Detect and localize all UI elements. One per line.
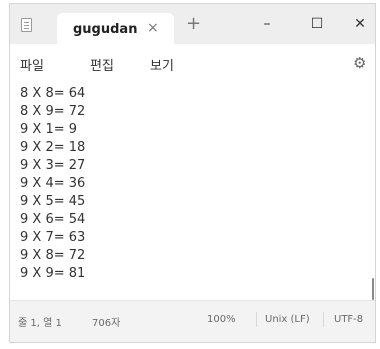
char-count: 706자: [92, 318, 121, 329]
text-line: 9 X 3= 27: [20, 158, 86, 173]
text-line: 9 X 5= 45: [20, 194, 86, 209]
text-line: 9 X 2= 18: [20, 140, 86, 155]
text-line: 9 X 6= 54: [20, 212, 86, 227]
text-line: 9 X 4= 36: [20, 176, 86, 191]
tab-gugudan[interactable]: gugudan ×: [57, 13, 174, 44]
maximize-button[interactable]: ☐: [297, 13, 337, 35]
tab-close-icon[interactable]: ×: [147, 20, 159, 36]
title-bar: gugudan × + – ☐ ✕: [10, 4, 375, 44]
text-line: 9 X 9= 81: [20, 266, 86, 281]
menu-file[interactable]: 파일: [20, 55, 44, 74]
notepad-window: gugudan × + – ☐ ✕ 파일 편집 보기 ⚙ 8 X 8= 64 8…: [9, 3, 376, 343]
zoom-level: 100%: [207, 314, 236, 325]
new-tab-button[interactable]: +: [186, 15, 201, 33]
menu-view[interactable]: 보기: [150, 55, 174, 74]
line-ending: Unix (LF): [265, 314, 310, 325]
menu-bar: 파일 편집 보기 ⚙: [10, 44, 375, 82]
text-editor[interactable]: 8 X 8= 64 8 X 9= 72 9 X 1= 9 9 X 2= 18 9…: [10, 82, 375, 300]
status-divider: [256, 312, 257, 327]
notepad-icon: [21, 18, 32, 32]
text-line: 8 X 8= 64: [20, 86, 86, 101]
tab-title: gugudan: [73, 22, 138, 37]
settings-gear-icon[interactable]: ⚙: [353, 54, 366, 72]
text-line: 9 X 7= 63: [20, 230, 86, 245]
minimize-button[interactable]: –: [247, 13, 287, 35]
status-bar: 줄 1, 열 1 706자 100% Unix (LF) UTF-8: [10, 300, 375, 342]
cursor-position: 줄 1, 열 1: [18, 318, 62, 329]
vertical-scrollbar-thumb[interactable]: [372, 278, 374, 300]
encoding: UTF-8: [334, 314, 364, 325]
status-divider: [323, 312, 324, 327]
text-line: 8 X 9= 72: [20, 104, 86, 119]
text-line: 9 X 1= 9: [20, 122, 78, 137]
close-button[interactable]: ✕: [340, 13, 375, 35]
menu-edit[interactable]: 편집: [90, 55, 114, 74]
text-line: 9 X 8= 72: [20, 248, 86, 263]
